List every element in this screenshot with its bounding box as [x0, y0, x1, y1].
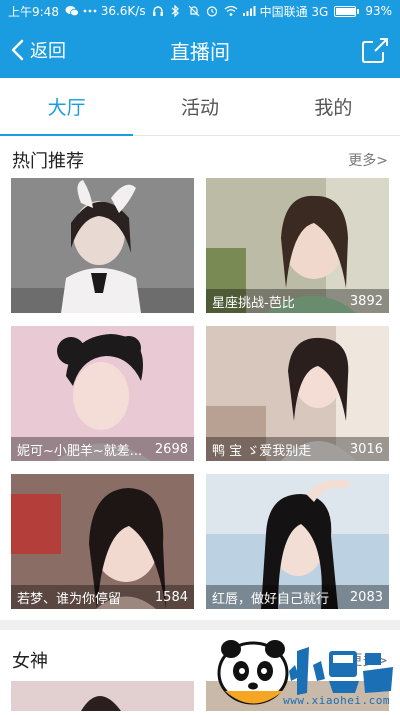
carrier-label: 中国联通 3G — [260, 3, 329, 20]
section-divider — [0, 620, 400, 630]
tab-bar: 大厅 活动 我的 — [0, 78, 400, 136]
streamer-name: 若梦、谁为你停留 — [17, 588, 149, 607]
more-dots-icon — [83, 5, 95, 17]
streamer-name: 鸭 宝 ゞ爱我别走 — [212, 440, 344, 459]
viewer-count: 3892 — [350, 294, 383, 309]
wechat-icon — [65, 5, 77, 17]
stream-thumbnail — [11, 681, 194, 711]
watermark-url: www.xiaohei.com — [283, 694, 390, 707]
network-speed: 36.6K/s — [101, 4, 146, 18]
viewer-count: 2083 — [350, 590, 383, 605]
section-title: 女神 — [12, 647, 48, 673]
tab-hall[interactable]: 大厅 — [0, 78, 133, 135]
viewer-count: 3016 — [350, 442, 383, 457]
card-caption: 红唇，做好自己就行 2083 — [206, 585, 389, 609]
stream-card[interactable]: 妮可~小肥羊~就差... 2698 — [11, 326, 194, 461]
bluetooth-icon — [170, 5, 182, 17]
signal-icon — [242, 5, 254, 17]
back-label: 返回 — [30, 37, 66, 63]
card-caption: 鸭 宝 ゞ爱我别走 3016 — [206, 437, 389, 461]
section-header-hot: 热门推荐 更多> — [0, 140, 400, 180]
chevron-left-icon — [8, 38, 26, 62]
card-caption: 妮可~小肥羊~就差... 2698 — [11, 437, 194, 461]
tab-mine[interactable]: 我的 — [267, 78, 400, 135]
back-button[interactable]: 返回 — [8, 22, 66, 78]
status-bar: 上午9:48 36.6K/s 中国联通 3G — [0, 0, 400, 22]
stream-card[interactable] — [11, 178, 194, 313]
streamer-name: 妮可~小肥羊~就差... — [17, 440, 149, 459]
stream-thumbnail — [11, 178, 194, 313]
status-time: 上午9:48 — [8, 3, 59, 20]
viewer-count: 2698 — [155, 442, 188, 457]
wifi-icon — [224, 5, 236, 17]
stream-card[interactable] — [11, 681, 194, 711]
headphones-icon — [152, 5, 164, 17]
more-link[interactable]: 更多> — [348, 150, 388, 170]
streamer-name: 星座挑战-芭比 — [212, 292, 344, 311]
nav-bar: 返回 直播间 — [0, 22, 400, 78]
battery-percent: 93% — [365, 4, 392, 18]
site-watermark: www.xiaohei.com — [205, 631, 400, 711]
section-title: 热门推荐 — [12, 147, 84, 173]
stream-card[interactable]: 星座挑战-芭比 3892 — [206, 178, 389, 313]
stream-card[interactable]: 鸭 宝 ゞ爱我别走 3016 — [206, 326, 389, 461]
share-icon[interactable] — [360, 36, 390, 64]
tab-activity[interactable]: 活动 — [133, 78, 266, 135]
mute-icon — [188, 5, 200, 17]
stream-card[interactable]: 红唇，做好自己就行 2083 — [206, 474, 389, 609]
stream-card[interactable]: 若梦、谁为你停留 1584 — [11, 474, 194, 609]
alarm-icon — [206, 5, 218, 17]
streamer-name: 红唇，做好自己就行 — [212, 588, 344, 607]
card-caption: 若梦、谁为你停留 1584 — [11, 585, 194, 609]
battery-icon — [334, 6, 359, 17]
viewer-count: 1584 — [155, 590, 188, 605]
card-caption: 星座挑战-芭比 3892 — [206, 289, 389, 313]
